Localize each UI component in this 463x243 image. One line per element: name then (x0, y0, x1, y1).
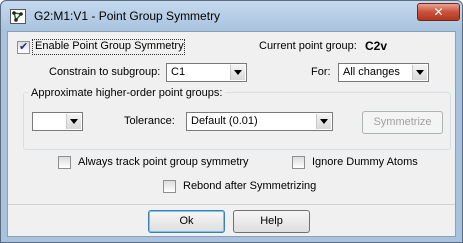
ignore-dummy-label[interactable]: Ignore Dummy Atoms (312, 156, 418, 168)
current-point-group-label: Current point group: (259, 40, 357, 52)
symmetrize-button[interactable]: Symmetrize (362, 111, 443, 134)
tolerance-value: Default (0.01) (191, 115, 258, 127)
constrain-subgroup-value: C1 (171, 66, 186, 78)
tolerance-select[interactable]: Default (0.01) (186, 112, 333, 131)
window-title: G2:M1:V1 - Point Group Symmetry (34, 9, 221, 23)
enable-point-group-label[interactable]: Enable Point Group Symmetry (35, 40, 184, 52)
current-point-group-value: C2v (365, 39, 388, 53)
rebond-checkbox[interactable] (163, 180, 176, 193)
molecule-icon (10, 9, 26, 24)
tolerance-label: Tolerance: (124, 115, 175, 127)
ignore-dummy-checkbox[interactable] (292, 156, 305, 169)
ok-button[interactable]: Ok (148, 210, 225, 233)
dialog-window: G2:M1:V1 - Point Group Symmetry ✕ Enable… (0, 0, 463, 243)
for-label: For: (311, 66, 331, 78)
rebond-label[interactable]: Rebond after Symmetrizing (183, 180, 316, 192)
enable-point-group-checkbox[interactable] (17, 40, 30, 54)
close-button[interactable]: ✕ (417, 3, 460, 21)
approx-groupbox-legend: Approximate higher-order point groups: (28, 87, 226, 99)
always-track-label[interactable]: Always track point group symmetry (78, 156, 249, 168)
footer-divider (8, 204, 455, 205)
dialog-body: Enable Point Group Symmetry Current poin… (7, 31, 456, 237)
constrain-subgroup-select[interactable]: C1 (166, 63, 247, 82)
help-button[interactable]: Help (233, 210, 310, 233)
chevron-down-icon[interactable] (230, 65, 245, 80)
title-bar[interactable]: G2:M1:V1 - Point Group Symmetry ✕ (1, 1, 462, 31)
for-value: All changes (343, 66, 400, 78)
for-select[interactable]: All changes (338, 63, 429, 82)
chevron-down-icon[interactable] (66, 114, 81, 129)
chevron-down-icon[interactable] (412, 65, 427, 80)
chevron-down-icon[interactable] (316, 114, 331, 129)
constrain-label: Constrain to subgroup: (49, 66, 161, 78)
always-track-checkbox[interactable] (58, 156, 71, 169)
close-icon: ✕ (433, 5, 444, 19)
approx-group-select[interactable] (32, 112, 83, 131)
